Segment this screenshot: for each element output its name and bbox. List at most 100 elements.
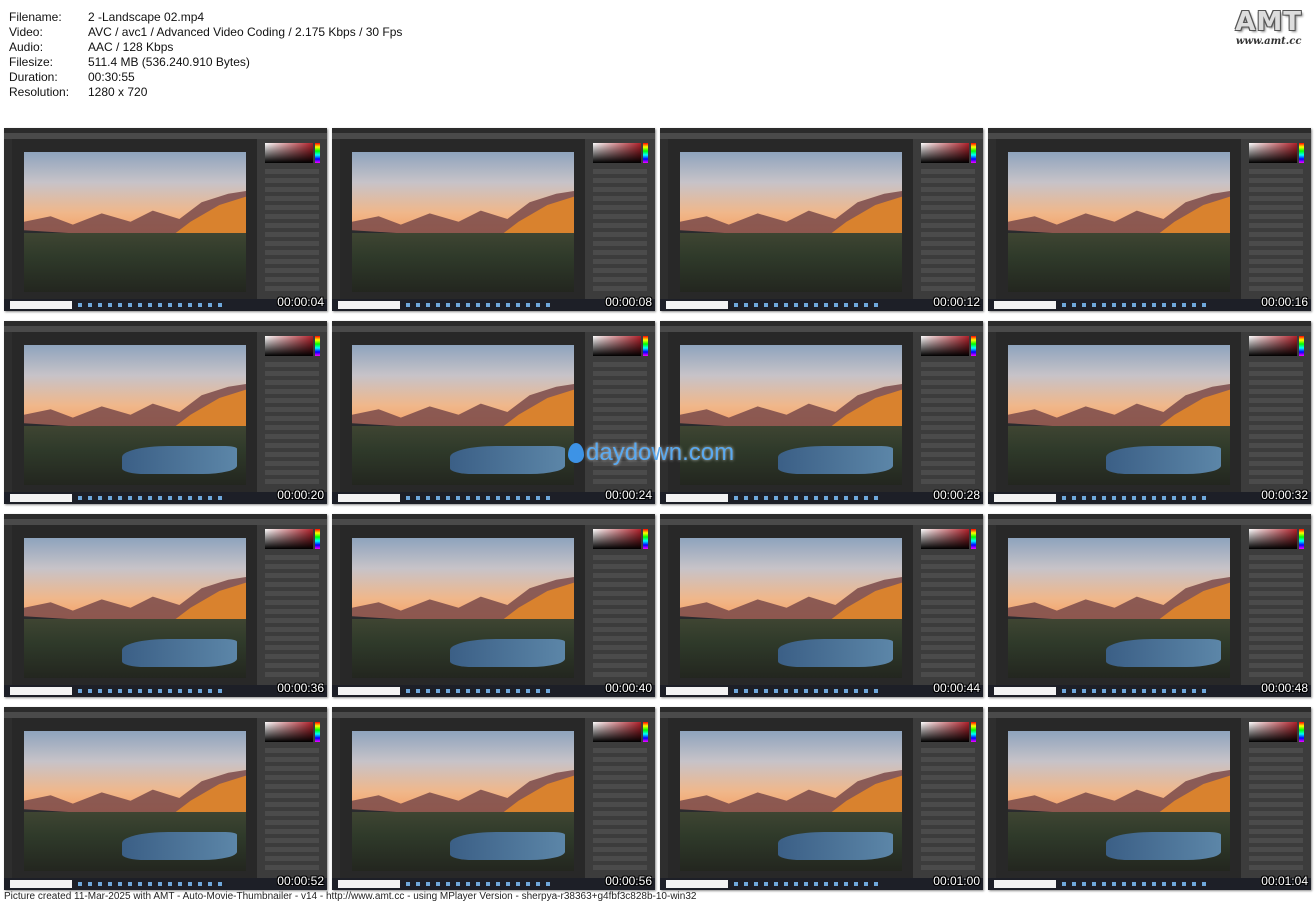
taskbar-icons — [1062, 303, 1212, 307]
color-spectrum — [1299, 529, 1304, 549]
video-thumbnail: 00:00:24 — [332, 321, 655, 504]
timestamp: 00:00:36 — [277, 681, 324, 695]
video-thumbnail: 00:00:44 — [660, 514, 983, 697]
color-spectrum — [1299, 722, 1304, 742]
taskbar-search — [10, 687, 72, 695]
color-spectrum — [1299, 336, 1304, 356]
video-thumbnail: 00:00:12 — [660, 128, 983, 311]
color-picker — [265, 143, 313, 163]
layers-list — [593, 362, 647, 486]
color-picker — [1249, 722, 1297, 742]
water — [121, 831, 238, 860]
tools-panel — [332, 332, 340, 492]
taskbar-icons — [406, 882, 556, 886]
color-spectrum — [315, 336, 320, 356]
water — [121, 638, 238, 667]
layers-panel — [585, 139, 655, 299]
tools-panel — [332, 139, 340, 299]
color-spectrum — [1299, 143, 1304, 163]
layers-panel — [585, 718, 655, 878]
info-label: Filename: — [9, 10, 62, 24]
info-row: Duration: 00:30:55 — [9, 70, 402, 85]
taskbar-icons — [406, 689, 556, 693]
taskbar-icons — [78, 689, 228, 693]
video-thumbnail: 00:00:52 — [4, 707, 327, 890]
landscape-image — [352, 538, 574, 678]
video-thumbnail: 00:00:56 — [332, 707, 655, 890]
taskbar-icons — [1062, 882, 1212, 886]
landscape-image — [680, 731, 902, 871]
water — [777, 831, 894, 860]
color-picker — [593, 336, 641, 356]
info-value: 2 -Landscape 02.mp4 — [88, 10, 205, 24]
file-info: Filename: 2 -Landscape 02.mp4 Video: AVC /… — [9, 10, 402, 100]
taskbar-icons — [78, 882, 228, 886]
amt-logo: AMT www.amt.cc — [1235, 8, 1302, 47]
tools-panel — [4, 718, 12, 878]
logo-title: AMT — [1235, 7, 1302, 37]
color-spectrum — [643, 722, 648, 742]
info-label: Filesize: — [9, 55, 54, 69]
layers-panel — [1241, 525, 1311, 685]
taskbar-search — [666, 880, 728, 888]
video-thumbnail: 00:00:04 — [4, 128, 327, 311]
color-spectrum — [971, 336, 976, 356]
layers-list — [265, 555, 319, 679]
landscape-image — [352, 731, 574, 871]
water — [1105, 831, 1222, 860]
landscape-image — [24, 152, 246, 292]
info-row: Resolution: 1280 x 720 — [9, 85, 402, 100]
taskbar-search — [994, 301, 1056, 309]
taskbar-icons — [734, 882, 884, 886]
timestamp: 00:00:28 — [933, 488, 980, 502]
taskbar-search — [666, 687, 728, 695]
info-label: Resolution: — [9, 85, 70, 99]
timestamp: 00:01:00 — [933, 874, 980, 888]
landscape-image — [680, 152, 902, 292]
color-picker — [265, 529, 313, 549]
color-spectrum — [315, 722, 320, 742]
water — [449, 638, 566, 667]
timestamp: 00:00:08 — [605, 295, 652, 309]
layers-panel — [913, 525, 983, 685]
layers-panel — [257, 718, 327, 878]
layers-list — [1249, 169, 1303, 293]
color-picker — [593, 529, 641, 549]
video-thumbnail: 00:00:32 — [988, 321, 1311, 504]
layers-list — [593, 169, 647, 293]
taskbar-search — [666, 494, 728, 502]
taskbar-icons — [1062, 689, 1212, 693]
tools-panel — [988, 332, 996, 492]
layers-panel — [1241, 139, 1311, 299]
timestamp: 00:00:12 — [933, 295, 980, 309]
timestamp: 00:00:04 — [277, 295, 324, 309]
video-thumbnail: 00:00:16 — [988, 128, 1311, 311]
landscape-image — [1008, 538, 1230, 678]
water — [1105, 638, 1222, 667]
water — [449, 445, 566, 474]
layers-list — [921, 362, 975, 486]
layers-list — [265, 169, 319, 293]
info-row: Filename: 2 -Landscape 02.mp4 — [9, 10, 402, 25]
landscape-image — [352, 152, 574, 292]
info-label: Audio: — [9, 40, 44, 54]
watermark: daydown.com — [568, 439, 734, 467]
color-picker — [921, 336, 969, 356]
taskbar-search — [338, 687, 400, 695]
layers-panel — [1241, 332, 1311, 492]
layers-panel — [257, 139, 327, 299]
color-picker — [921, 529, 969, 549]
water — [1105, 445, 1222, 474]
taskbar-icons — [406, 303, 556, 307]
taskbar-search — [338, 301, 400, 309]
video-thumbnail: 00:00:36 — [4, 514, 327, 697]
water — [449, 831, 566, 860]
info-row: Video: AVC / avc1 / Advanced Video Coding… — [9, 25, 402, 40]
color-spectrum — [643, 529, 648, 549]
taskbar-search — [994, 494, 1056, 502]
droplet-icon — [568, 443, 584, 463]
landscape-image — [24, 731, 246, 871]
color-spectrum — [643, 336, 648, 356]
layers-list — [265, 362, 319, 486]
watermark-text: daydown.com — [586, 439, 735, 466]
